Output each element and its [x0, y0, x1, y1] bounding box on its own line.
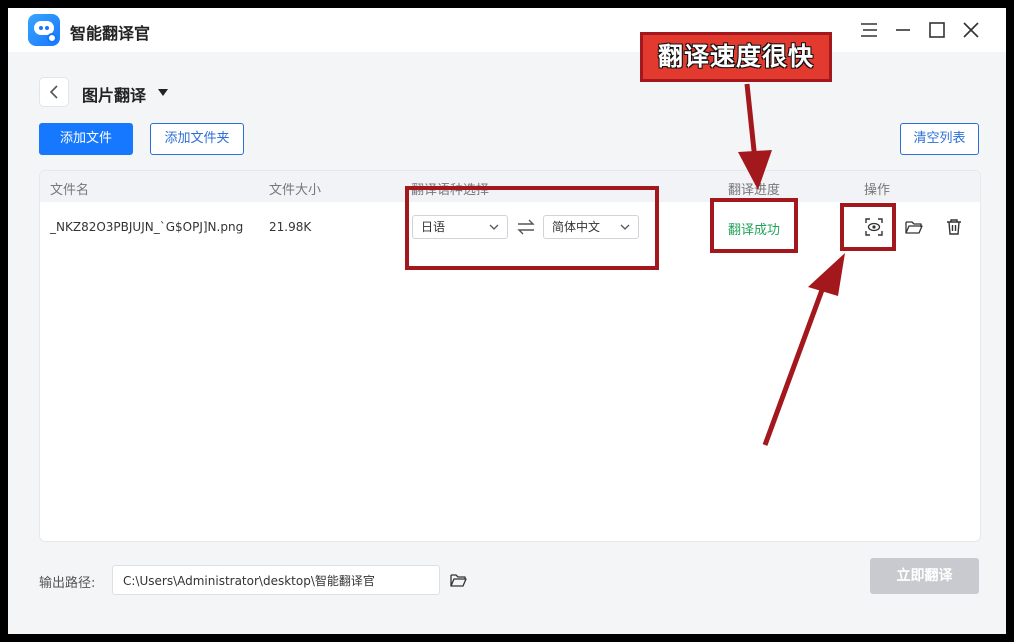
add-folder-button[interactable]: 添加文件夹: [150, 123, 244, 155]
add-file-button[interactable]: 添加文件: [39, 123, 133, 155]
app-title: 智能翻译官: [70, 24, 151, 43]
output-path-input[interactable]: [112, 565, 440, 595]
title-bar: 智能翻译官: [8, 8, 1006, 52]
maximize-icon[interactable]: [925, 18, 949, 42]
file-list-panel: 文件名 文件大小 翻译语种选择 翻译进度 操作 _NKZ82O3PBJUJN_`…: [39, 170, 981, 542]
target-language-value: 简体中文: [552, 220, 601, 234]
app-logo-icon: [28, 14, 60, 46]
translate-now-button[interactable]: 立即翻译: [870, 558, 979, 594]
annotation-banner-text: 翻译速度很快: [643, 35, 829, 79]
swap-icon[interactable]: [516, 218, 536, 236]
column-header-progress: 翻译进度: [728, 183, 781, 198]
column-header-actions: 操作: [864, 183, 891, 198]
caret-down-icon[interactable]: [158, 89, 168, 96]
preview-icon[interactable]: [864, 217, 884, 237]
annotation-banner: 翻译速度很快: [640, 32, 832, 82]
source-language-value: 日语: [421, 220, 446, 234]
column-header-filename: 文件名: [50, 183, 90, 198]
chevron-down-icon: [489, 224, 499, 230]
back-button[interactable]: [39, 77, 69, 107]
column-header-language: 翻译语种选择: [411, 183, 490, 198]
source-language-select[interactable]: 日语: [412, 215, 508, 239]
table-header: 文件名 文件大小 翻译语种选择 翻译进度 操作: [40, 171, 980, 202]
file-size: 21.98K: [269, 220, 312, 234]
delete-icon[interactable]: [944, 217, 964, 237]
output-path-label: 输出路径:: [39, 576, 96, 591]
column-header-size: 文件大小: [269, 183, 322, 198]
open-folder-icon[interactable]: [904, 217, 924, 237]
close-icon[interactable]: [959, 18, 983, 42]
translation-status: 翻译成功: [728, 223, 781, 238]
target-language-select[interactable]: 简体中文: [543, 215, 639, 239]
browse-folder-icon[interactable]: [450, 572, 468, 588]
chevron-down-icon: [620, 224, 630, 230]
chevron-left-icon: [49, 85, 58, 99]
file-name: _NKZ82O3PBJUJN_`G$OPJ]N.png: [50, 220, 244, 234]
clear-list-button[interactable]: 清空列表: [900, 123, 979, 155]
app-window: 智能翻译官 图片翻译 添加文件 添加文件夹 清空列表 文件名 文件大小 翻译语种…: [8, 8, 1006, 634]
minimize-icon[interactable]: [891, 18, 915, 42]
page-title[interactable]: 图片翻译: [82, 82, 146, 106]
menu-icon[interactable]: [857, 18, 881, 42]
